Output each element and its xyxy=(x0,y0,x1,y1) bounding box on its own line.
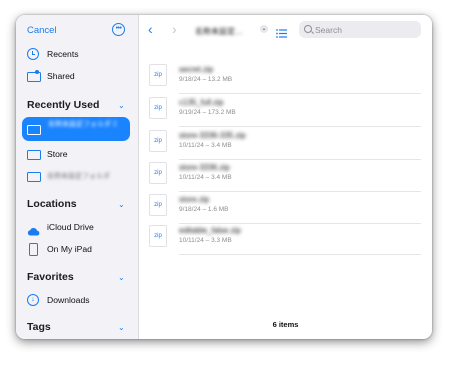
sidebar-item-untitled-folder[interactable]: 名称未設定フォルダ xyxy=(27,170,127,184)
sidebar-item-label: Downloads xyxy=(47,295,90,305)
zip-file-icon: zip xyxy=(149,97,167,119)
file-row[interactable]: zip c135_full.zip 9/19/24 – 173.2 MB xyxy=(149,95,421,127)
section-header-tags: Tags xyxy=(27,321,51,333)
back-button[interactable]: ‹ xyxy=(148,21,153,37)
clock-icon xyxy=(27,48,39,60)
file-row[interactable]: zip store-3336-335.zip 10/11/24 – 3.4 MB xyxy=(149,128,421,160)
file-meta: 9/19/24 – 173.2 MB xyxy=(179,109,236,116)
shared-folder-icon xyxy=(27,70,41,82)
sidebar-item-shared[interactable]: Shared xyxy=(27,70,127,84)
zip-file-icon: zip xyxy=(149,194,167,216)
section-header-recently-used: Recently Used xyxy=(27,99,100,111)
zip-file-icon: zip xyxy=(149,64,167,86)
file-name: secret.zip xyxy=(179,65,214,74)
chevron-down-icon[interactable]: ⌄ xyxy=(118,323,125,332)
file-name: editable_false.zip xyxy=(179,226,241,235)
sidebar-item-label: 名称未設定フォルダ 2 xyxy=(48,121,117,128)
file-date: 9/18/24 xyxy=(179,76,201,83)
sidebar-item-label: Recents xyxy=(47,49,79,59)
file-meta: 9/18/24 – 1.6 MB xyxy=(179,206,229,213)
sidebar-item-selected-folder[interactable]: 名称未設定フォルダ 2 xyxy=(22,117,130,141)
file-size: 173.2 MB xyxy=(207,109,236,116)
file-meta: 10/11/24 – 3.4 MB xyxy=(179,142,232,149)
file-size: 3.4 MB xyxy=(211,142,232,149)
sidebar-item-downloads[interactable]: ↓ Downloads xyxy=(27,294,127,308)
file-size: 3.3 MB xyxy=(211,237,232,244)
file-date: 9/19/24 xyxy=(179,109,201,116)
file-meta: 10/11/24 – 3.3 MB xyxy=(179,237,232,244)
file-meta: 10/11/24 – 3.4 MB xyxy=(179,174,232,181)
ipad-icon xyxy=(29,243,38,256)
file-date: 10/11/24 xyxy=(179,174,204,181)
search-placeholder: Search xyxy=(315,25,342,35)
sidebar-item-icloud-drive[interactable]: iCloud Drive xyxy=(27,221,127,236)
item-count: 6 items xyxy=(272,320,299,329)
sidebar-item-store[interactable]: Store xyxy=(27,148,127,162)
chevron-down-icon[interactable]: ⌄ xyxy=(118,200,125,209)
zip-file-icon: zip xyxy=(149,162,167,184)
file-name: store.zip xyxy=(179,195,210,204)
file-date: 10/11/24 xyxy=(179,237,204,244)
sidebar-item-recents[interactable]: Recents xyxy=(27,48,127,62)
section-header-locations: Locations xyxy=(27,198,77,210)
sidebar: Cancel ••• Recents Shared Recently Used … xyxy=(16,15,139,339)
ellipsis-circle-icon[interactable]: ••• xyxy=(112,23,125,36)
chevron-down-icon[interactable]: ⌄ xyxy=(118,273,125,282)
sidebar-item-on-my-ipad[interactable]: On My iPad xyxy=(27,243,127,257)
sidebar-item-label: On My iPad xyxy=(47,244,92,254)
sidebar-item-label: 名称未設定フォルダ xyxy=(47,173,110,180)
file-size: 1.6 MB xyxy=(207,206,229,213)
folder-icon xyxy=(27,172,41,182)
file-picker-window: Cancel ••• Recents Shared Recently Used … xyxy=(16,15,432,339)
section-header-favorites: Favorites xyxy=(27,271,74,283)
divider xyxy=(179,126,421,127)
folder-title: 名称未設定… xyxy=(195,27,243,36)
cloud-icon xyxy=(27,223,40,236)
cancel-button[interactable]: Cancel xyxy=(27,25,57,36)
divider xyxy=(179,93,421,94)
download-circle-icon: ↓ xyxy=(27,294,39,306)
folder-icon xyxy=(27,150,41,160)
folder-icon xyxy=(27,125,41,135)
file-meta: 9/18/24 – 13.2 MB xyxy=(179,76,233,83)
search-field[interactable]: Search xyxy=(299,21,421,38)
search-icon xyxy=(304,25,314,34)
file-name: c135_full.zip xyxy=(179,98,224,107)
file-row[interactable]: zip editable_false.zip 10/11/24 – 3.3 MB xyxy=(149,223,421,255)
file-name: store-3336-335.zip xyxy=(179,131,246,140)
chevron-down-icon[interactable]: ⌄ xyxy=(118,101,125,110)
chevron-down-icon[interactable]: ⌄ xyxy=(260,25,268,33)
file-date: 10/11/24 xyxy=(179,142,204,149)
sidebar-item-label: iCloud Drive xyxy=(47,222,94,232)
zip-file-icon: zip xyxy=(149,225,167,247)
file-browser: ‹ › 名称未設定… ⌄ Search zip secret.zip 9/18/… xyxy=(139,15,432,339)
file-date: 9/18/24 xyxy=(179,206,201,213)
file-row[interactable]: zip store.zip 9/18/24 – 1.6 MB xyxy=(149,192,421,224)
file-size: 3.4 MB xyxy=(211,174,232,181)
sidebar-item-label: Store xyxy=(47,149,68,159)
file-row[interactable]: zip secret.zip 9/18/24 – 13.2 MB xyxy=(149,62,421,94)
divider xyxy=(179,254,421,255)
file-row[interactable]: zip store-3336.zip 10/11/24 – 3.4 MB xyxy=(149,160,421,192)
list-view-icon[interactable] xyxy=(276,25,287,38)
file-size: 13.2 MB xyxy=(207,76,233,83)
forward-button[interactable]: › xyxy=(172,21,177,37)
file-name: store-3336.zip xyxy=(179,163,230,172)
zip-file-icon: zip xyxy=(149,130,167,152)
sidebar-item-label: Shared xyxy=(47,71,75,81)
